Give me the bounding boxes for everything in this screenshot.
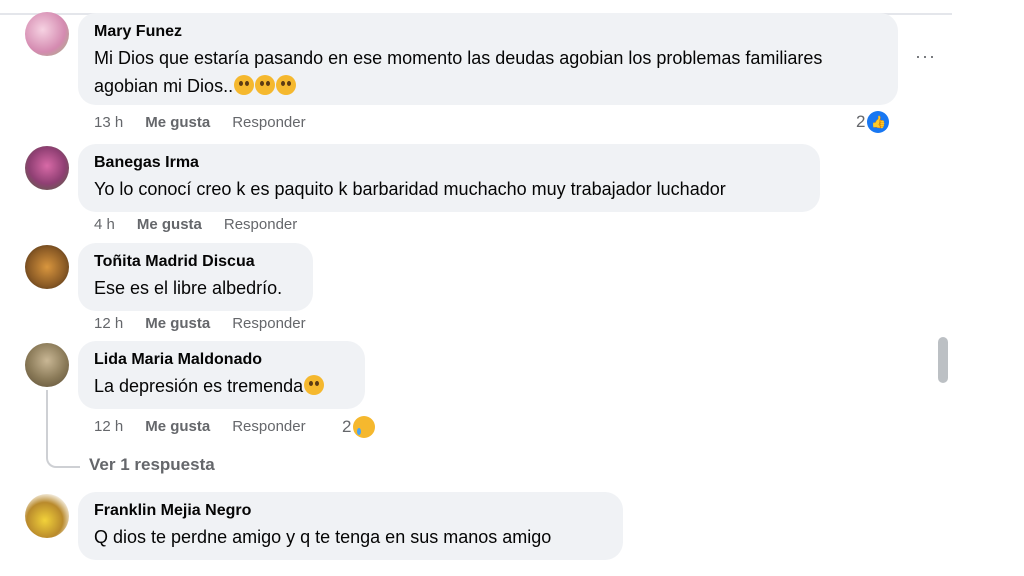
commenter-name[interactable]: Mary Funez [94,22,882,42]
pleading-face-icon [304,375,325,395]
reply-button[interactable]: Responder [232,315,305,332]
like-button[interactable]: Me gusta [137,216,202,233]
avatar[interactable] [25,146,69,190]
commenter-name[interactable]: Banegas Irma [94,153,804,173]
reaction-count: 2 [856,112,866,131]
like-button[interactable]: Me gusta [145,114,210,131]
like-icon: 👍 [867,111,890,133]
reaction-count: 2 [342,417,352,436]
reaction-summary[interactable]: 2 👍 [856,111,890,133]
like-button[interactable]: Me gusta [145,418,210,435]
comment-meta: 13 h Me gusta Responder [94,114,306,131]
timestamp[interactable]: 13 h [94,114,123,131]
avatar[interactable] [25,12,69,56]
thread-connector [46,390,80,468]
pleading-face-icon [234,75,255,95]
commenter-name[interactable]: Franklin Mejia Negro [94,501,607,521]
comment-bubble: Franklin Mejia Negro Q dios te perdne am… [78,492,623,560]
reaction-summary[interactable]: 2 [342,416,376,438]
reply-button[interactable]: Responder [224,216,297,233]
comment-bubble: Banegas Irma Yo lo conocí creo k es paqu… [78,144,820,212]
comment-meta: 12 h Me gusta Responder [94,315,306,332]
pleading-face-icon [255,75,276,95]
avatar[interactable] [25,343,69,387]
scrollbar-thumb[interactable] [938,337,948,383]
timestamp[interactable]: 12 h [94,418,123,435]
comment-text-content: Mi Dios que estaría pasando en ese momen… [94,48,823,96]
avatar[interactable] [25,245,69,289]
commenter-name[interactable]: Toñita Madrid Discua [94,252,297,272]
timestamp[interactable]: 12 h [94,315,123,332]
comment-text: Mi Dios que estaría pasando en ese momen… [94,44,882,100]
comment-bubble: Mary Funez Mi Dios que estaría pasando e… [78,13,898,105]
comment-meta: 4 h Me gusta Responder [94,216,297,233]
view-replies-link[interactable]: Ver 1 respuesta [89,455,215,475]
comment-text: Q dios te perdne amigo y q te tenga en s… [94,527,552,547]
commenter-name[interactable]: Lida Maria Maldonado [94,350,349,370]
more-options-icon[interactable]: ··· [915,46,936,67]
timestamp[interactable]: 4 h [94,216,115,233]
like-button[interactable]: Me gusta [145,315,210,332]
reply-button[interactable]: Responder [232,114,305,131]
pleading-face-icon [276,75,297,95]
comment-text: La depresión es tremenda [94,372,349,400]
comment-meta: 12 h Me gusta Responder [94,418,306,435]
comment-text: Ese es el libre albedrío. [94,278,283,298]
sad-icon [353,416,376,438]
comment-bubble: Lida Maria Maldonado La depresión es tre… [78,341,365,409]
avatar[interactable] [25,494,69,538]
reply-button[interactable]: Responder [232,418,305,435]
comment-bubble: Toñita Madrid Discua Ese es el libre alb… [78,243,313,311]
comment-text: Yo lo conocí creo k es paquito k barbari… [94,179,726,199]
comment-text-content: La depresión es tremenda [94,376,304,396]
